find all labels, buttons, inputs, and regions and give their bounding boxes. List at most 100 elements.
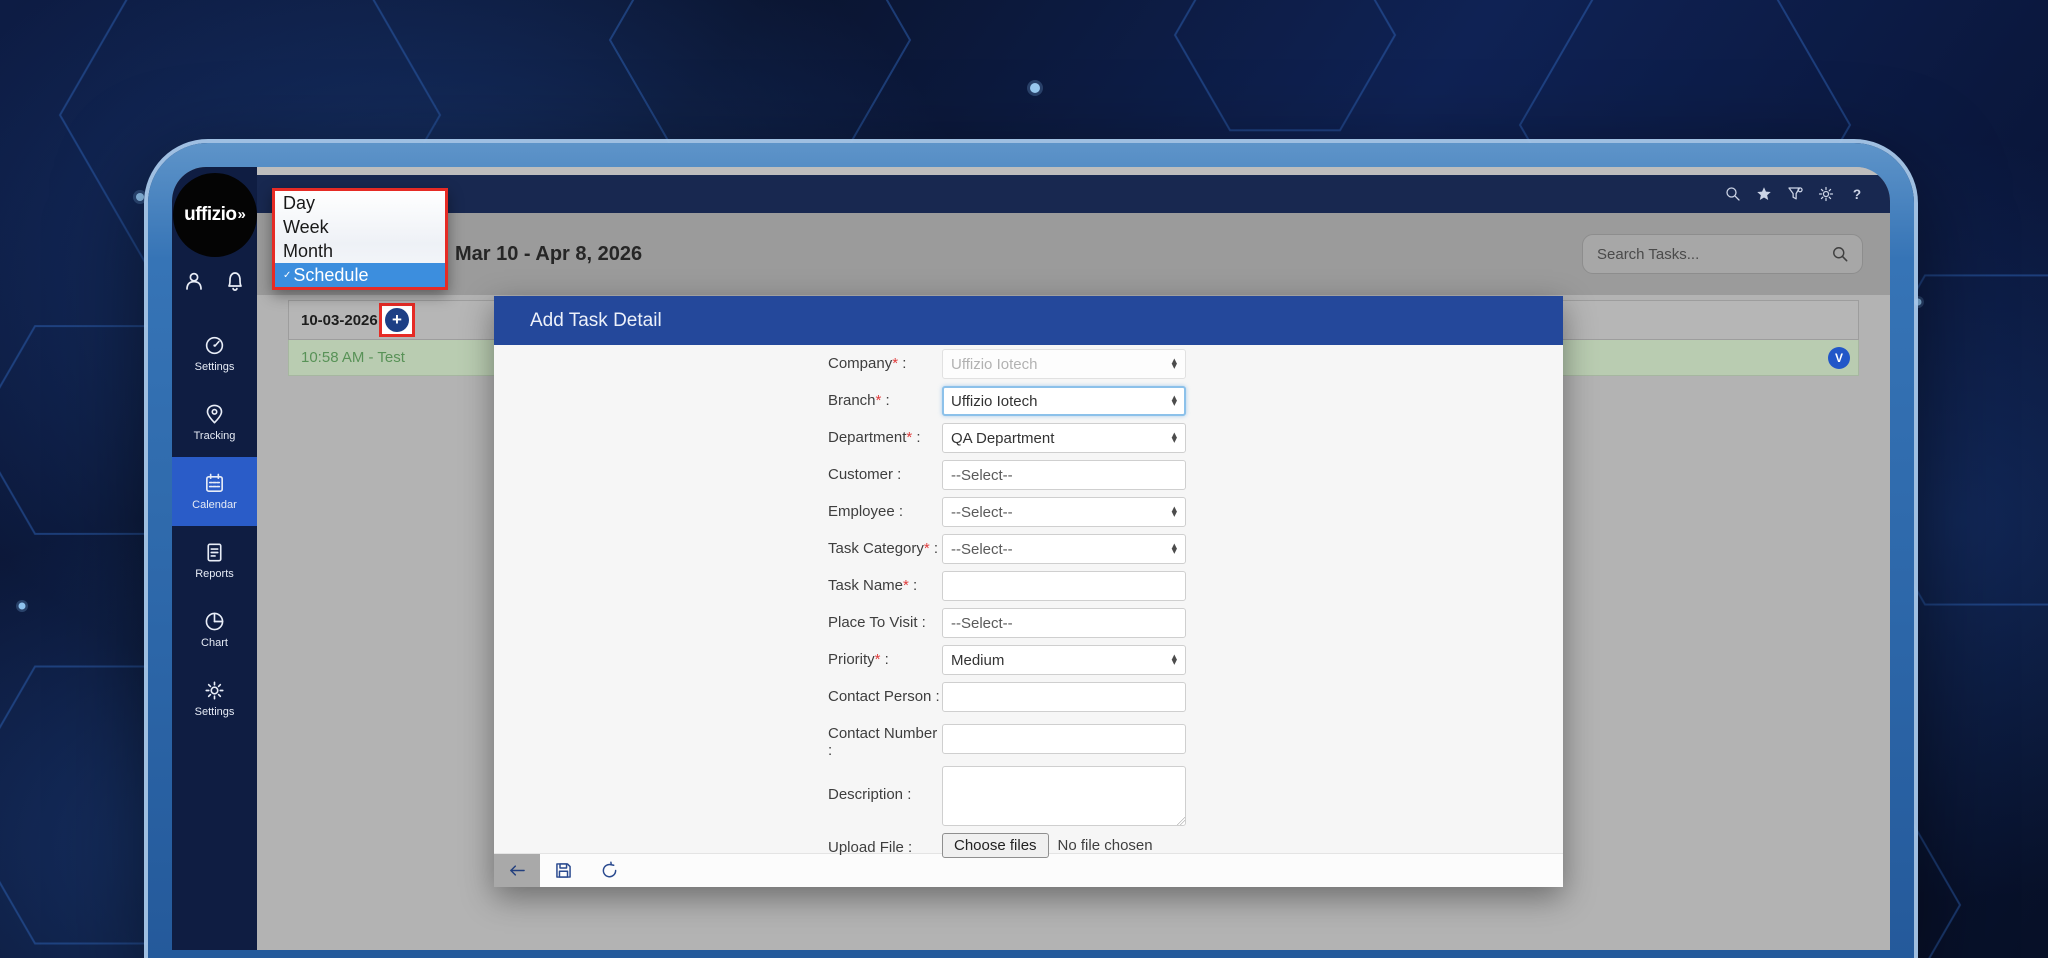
select-stepper-icon: ▲▼ <box>1172 507 1177 518</box>
form-row-branch: Branch* : Uffizio Iotech ▲▼ <box>828 386 1186 416</box>
field-label-contact-number: Contact Number : <box>828 719 942 759</box>
field-label-department: Department* : <box>828 423 942 453</box>
sidebar-item-chart[interactable]: Chart <box>172 595 257 664</box>
topbar-help-icon[interactable]: ? <box>1848 185 1866 203</box>
form-row-upload-file: Upload File :Choose files No file chosen <box>828 833 1186 858</box>
date-range-title: Mar 10 - Apr 8, 2026 <box>455 243 642 266</box>
sidebar-person-icon[interactable] <box>182 269 206 293</box>
app-screen: uffizio» Settings Tracking Calendar Repo… <box>172 167 1890 950</box>
task-form: Company* : Uffizio Iotech ▲▼Branch* : Uf… <box>828 349 1186 865</box>
required-asterisk: * <box>892 355 898 372</box>
dropdown-option-day[interactable]: Day <box>275 191 445 215</box>
sidebar-bell-icon[interactable] <box>223 269 247 293</box>
add-task-button[interactable]: + <box>385 308 409 332</box>
topbar-star-icon[interactable] <box>1755 185 1773 203</box>
calendar-header: Mar 10 - Apr 8, 2026 <box>257 213 1890 295</box>
sidebar: uffizio» Settings Tracking Calendar Repo… <box>172 167 257 950</box>
sidebar-item-label: Calendar <box>192 499 237 511</box>
star-icon <box>1755 185 1773 203</box>
assignee-avatar[interactable]: V <box>1828 347 1850 369</box>
modal-header: Add Task Detail <box>494 296 1563 345</box>
form-row-task-category: Task Category* : --Select-- ▲▼ <box>828 534 1186 564</box>
place-to-visit-select[interactable]: --Select-- <box>942 608 1186 638</box>
select-stepper-icon: ▲▼ <box>1172 433 1177 444</box>
form-row-customer: Customer : --Select-- <box>828 460 1186 490</box>
search-tasks-box[interactable] <box>1582 234 1863 274</box>
refresh-icon <box>599 860 620 881</box>
search-tasks-input[interactable] <box>1595 245 1830 264</box>
dropdown-option-week[interactable]: Week <box>275 215 445 239</box>
file-status: No file chosen <box>1058 837 1153 854</box>
uffizio-logo: uffizio» <box>173 173 257 257</box>
field-label-priority: Priority* : <box>828 645 942 675</box>
task-name-input[interactable] <box>942 571 1186 601</box>
gear-icon <box>1817 185 1835 203</box>
topbar-filter-icon[interactable] <box>1786 185 1804 203</box>
field-label-customer: Customer : <box>828 460 942 490</box>
top-toolbar: ? <box>257 175 1890 213</box>
view-dropdown-open: DayWeekMonth✓Schedule <box>272 188 448 290</box>
customer-select[interactable]: --Select-- <box>942 460 1186 490</box>
sidebar-item-label: Tracking <box>194 430 236 442</box>
topbar-gear-icon[interactable] <box>1817 185 1835 203</box>
add-task-annotation-box: + <box>379 303 415 337</box>
company-select: Uffizio Iotech ▲▼ <box>942 349 1186 379</box>
department-select[interactable]: QA Department ▲▼ <box>942 423 1186 453</box>
speedometer-icon <box>203 334 226 357</box>
sidebar-item-tracking[interactable]: Tracking <box>172 388 257 457</box>
bell-icon <box>223 269 247 293</box>
help-icon: ? <box>1848 185 1866 203</box>
back-button[interactable] <box>494 854 540 887</box>
select-stepper-icon: ▲▼ <box>1172 359 1177 370</box>
search-icon <box>1830 244 1850 264</box>
sidebar-nav: Settings Tracking Calendar Reports Chart… <box>172 319 257 733</box>
required-asterisk: * <box>903 577 909 594</box>
topbar-search-icon[interactable] <box>1724 185 1742 203</box>
select-stepper-icon: ▲▼ <box>1172 655 1177 666</box>
field-label-task-name: Task Name* : <box>828 571 942 601</box>
search-icon <box>1724 185 1742 203</box>
field-label-employee: Employee : <box>828 497 942 527</box>
svg-text:?: ? <box>1853 187 1861 202</box>
plus-icon: + <box>392 311 402 328</box>
report-icon <box>203 541 226 564</box>
modal-body: Company* : Uffizio Iotech ▲▼Branch* : Uf… <box>494 345 1563 853</box>
form-row-company: Company* : Uffizio Iotech ▲▼ <box>828 349 1186 379</box>
form-row-employee: Employee : --Select-- ▲▼ <box>828 497 1186 527</box>
sidebar-item-reports[interactable]: Reports <box>172 526 257 595</box>
form-row-place-to-visit: Place To Visit : --Select-- <box>828 608 1186 638</box>
description-textarea[interactable] <box>942 766 1186 826</box>
dropdown-option-schedule[interactable]: ✓Schedule <box>275 263 445 287</box>
sidebar-quick-icons <box>172 269 257 293</box>
contact-number-input[interactable] <box>942 724 1186 754</box>
tablet-device-frame: uffizio» Settings Tracking Calendar Repo… <box>148 143 1914 958</box>
task-label: 10:58 AM - Test <box>289 349 405 366</box>
save-icon <box>553 860 574 881</box>
person-icon <box>182 269 206 293</box>
sidebar-item-label: Reports <box>195 568 234 580</box>
sidebar-item-settings[interactable]: Settings <box>172 319 257 388</box>
calendar-icon <box>203 472 226 495</box>
refresh-button[interactable] <box>586 854 632 887</box>
dropdown-option-month[interactable]: Month <box>275 239 445 263</box>
choose-files-button[interactable]: Choose files <box>942 833 1049 858</box>
form-row-contact-person: Contact Person : <box>828 682 1186 712</box>
task-category-select[interactable]: --Select-- ▲▼ <box>942 534 1186 564</box>
field-label-company: Company* : <box>828 349 942 379</box>
branch-select[interactable]: Uffizio Iotech ▲▼ <box>942 386 1186 416</box>
form-row-department: Department* : QA Department ▲▼ <box>828 423 1186 453</box>
employee-select[interactable]: --Select-- ▲▼ <box>942 497 1186 527</box>
save-button[interactable] <box>540 854 586 887</box>
field-label-description: Description : <box>828 766 942 826</box>
sidebar-item-label: Chart <box>201 637 228 649</box>
sidebar-item-settings[interactable]: Settings <box>172 664 257 733</box>
logo-arrow-glyph: » <box>238 206 246 223</box>
priority-select[interactable]: Medium ▲▼ <box>942 645 1186 675</box>
contact-person-input[interactable] <box>942 682 1186 712</box>
form-row-description: Description : <box>828 766 1186 826</box>
add-task-modal: Add Task Detail Company* : Uffizio Iotec… <box>494 296 1563 887</box>
check-icon: ✓ <box>283 270 291 281</box>
field-label-upload-file: Upload File : <box>828 833 942 858</box>
window-top-strip <box>257 167 1890 175</box>
sidebar-item-calendar[interactable]: Calendar <box>172 457 257 526</box>
